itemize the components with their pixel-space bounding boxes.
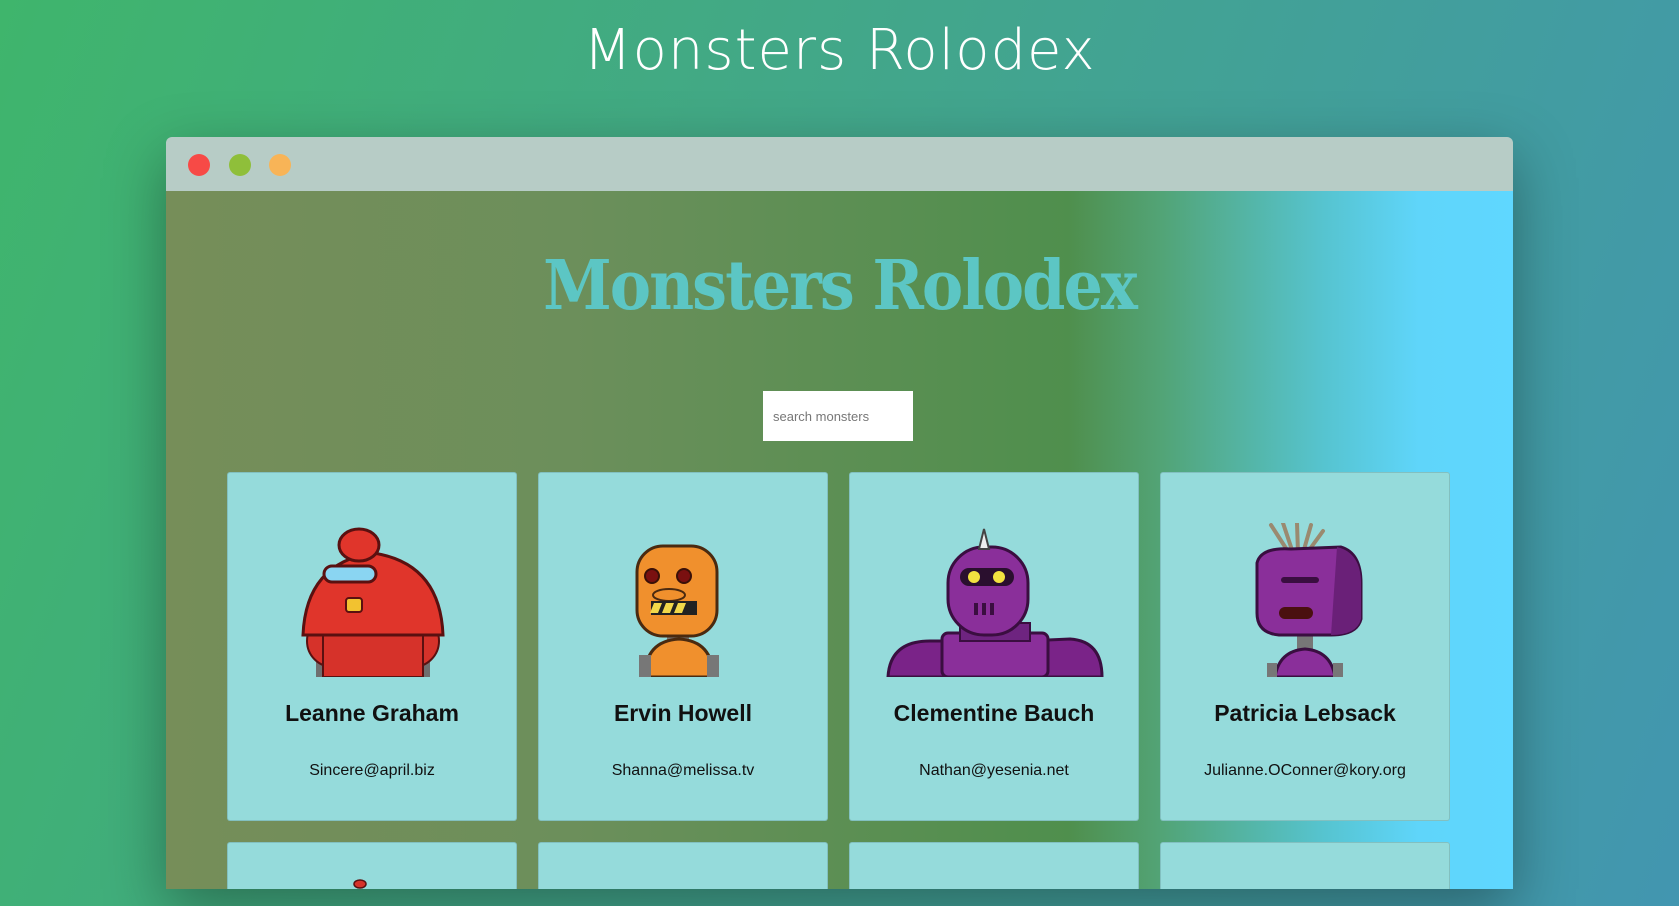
monster-card[interactable] xyxy=(538,842,828,889)
window-titlebar xyxy=(166,137,1513,191)
search-input[interactable] xyxy=(763,391,913,441)
monster-name: Patricia Lebsack xyxy=(1214,700,1396,726)
monster-email: Nathan@yesenia.net xyxy=(919,762,1069,779)
maximize-window-button[interactable] xyxy=(269,154,291,176)
monster-card[interactable]: Ervin Howell Shanna@melissa.tv xyxy=(538,472,828,821)
app-content: Monsters Rolodex Leanne Graham Sincere@a… xyxy=(166,191,1513,889)
app-title: Monsters Rolodex xyxy=(543,245,1138,326)
monster-email: Shanna@melissa.tv xyxy=(611,762,755,779)
monster-email: Julianne.OConner@kory.org xyxy=(1204,762,1406,779)
monster-card[interactable]: Clementine Bauch Nathan@yesenia.net xyxy=(849,472,1139,821)
browser-window: Monsters Rolodex Leanne Graham Sincere@a… xyxy=(166,137,1513,889)
robot-avatar-image xyxy=(886,528,1104,677)
monster-card[interactable] xyxy=(1160,842,1450,889)
monster-card[interactable]: Leanne Graham Sincere@april.biz xyxy=(227,472,517,821)
monster-card[interactable] xyxy=(227,842,517,889)
monster-card[interactable] xyxy=(849,842,1139,889)
monster-card[interactable]: Patricia Lebsack Julianne.OConner@kory.o… xyxy=(1160,472,1450,821)
robot-avatar-image xyxy=(353,879,367,889)
robot-avatar-image xyxy=(1255,523,1363,677)
monster-name: Leanne Graham xyxy=(285,700,459,726)
minimize-window-button[interactable] xyxy=(229,154,251,176)
robot-avatar-image xyxy=(635,544,719,677)
monster-name: Clementine Bauch xyxy=(893,700,1095,726)
robot-avatar-image xyxy=(301,527,445,677)
close-window-button[interactable] xyxy=(188,154,210,176)
monster-email: Sincere@april.biz xyxy=(309,762,435,779)
page-title: Monsters Rolodex xyxy=(583,18,1096,83)
monster-name: Ervin Howell xyxy=(613,700,753,726)
